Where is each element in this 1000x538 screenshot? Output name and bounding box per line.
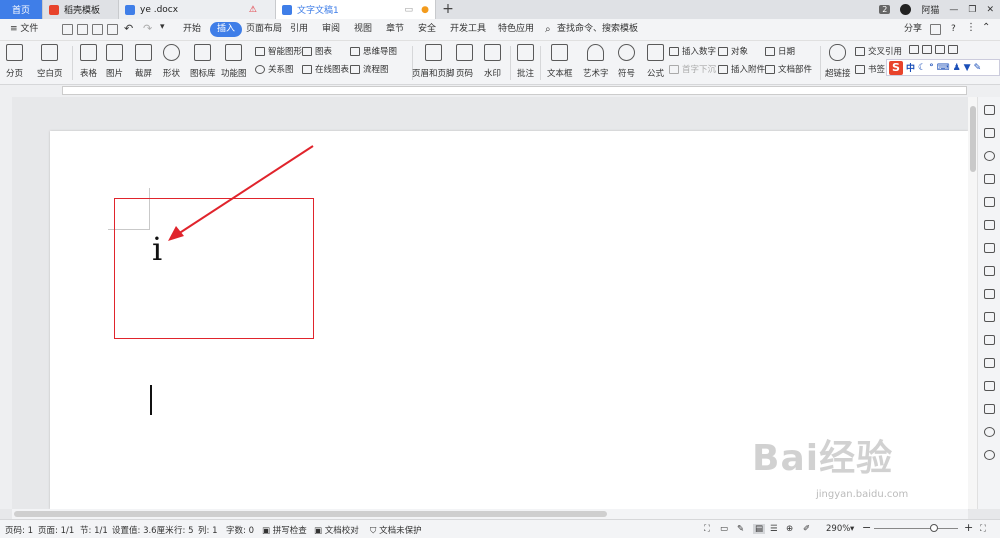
status-word-count[interactable]: 字数: 0 [226, 524, 254, 536]
zoom-dropdown-icon[interactable]: ▾ [850, 524, 854, 534]
web-view-icon[interactable]: ⊕ [786, 524, 793, 534]
status-page-number[interactable]: 页码: 1 [5, 524, 33, 536]
cursor-icon[interactable] [984, 128, 995, 138]
shape-icon[interactable] [984, 151, 995, 161]
spell-check-icon: ▣ [262, 526, 273, 536]
database-icon[interactable] [984, 358, 995, 368]
zoom-in-button[interactable]: + [964, 521, 973, 534]
zoom-out-button[interactable]: − [862, 521, 871, 534]
chart-icon[interactable] [984, 243, 995, 253]
fit-page-icon[interactable]: ⛶ [980, 524, 986, 534]
table-icon[interactable] [984, 197, 995, 207]
help-icon[interactable] [984, 450, 995, 460]
history-icon[interactable] [984, 427, 995, 437]
style-icon[interactable] [984, 174, 995, 184]
image-icon[interactable] [984, 381, 995, 391]
arrow-line [177, 145, 314, 235]
write-mode-icon[interactable]: ✐ [803, 524, 810, 534]
reading-mode-icon[interactable]: ▭ [720, 524, 728, 534]
outline-view-icon[interactable]: ☰ [770, 524, 778, 534]
translate-icon[interactable] [984, 335, 995, 345]
shield-icon: ⛉ [370, 526, 380, 536]
spell-check-button[interactable]: ▣ 拼写检查 [262, 524, 307, 536]
pen-mode-icon[interactable]: ✎ [737, 524, 744, 534]
backup-icon[interactable] [984, 404, 995, 414]
fullscreen-icon[interactable]: ⛶ [704, 524, 710, 534]
arrow-head [168, 226, 184, 241]
pen-icon[interactable] [984, 105, 995, 115]
share-icon[interactable] [984, 312, 995, 322]
status-position[interactable]: 设置值: 3.6厘米 [112, 524, 174, 536]
doc-protection-button[interactable]: ⛉ 文档未保护 [370, 524, 422, 536]
zoom-slider-knob[interactable] [930, 524, 938, 532]
baidu-watermark-url: jingyan.baidu.com [816, 489, 909, 500]
status-section[interactable]: 节: 1/1 [80, 524, 108, 536]
document-icon[interactable] [984, 289, 995, 299]
right-sidebar [977, 97, 1000, 509]
baidu-watermark: Bai经验 [752, 438, 894, 479]
vertical-scroll-thumb[interactable] [970, 106, 976, 172]
proofread-button[interactable]: ▣ 文档校对 [314, 524, 359, 536]
proofread-icon: ▣ [314, 526, 325, 536]
zoom-slider[interactable] [874, 528, 958, 529]
status-bar: 页码: 1 页面: 1/1 节: 1/1 设置值: 3.6厘米 行: 5 列: … [0, 519, 1000, 538]
status-pages[interactable]: 页面: 1/1 [38, 524, 74, 536]
grid-icon[interactable] [984, 220, 995, 230]
horizontal-scroll-thumb[interactable] [14, 511, 607, 517]
page-view-icon[interactable]: ▤ [753, 524, 766, 534]
status-col[interactable]: 列: 1 [198, 524, 217, 536]
zoom-level[interactable]: 290% [826, 524, 850, 534]
settings-icon[interactable] [984, 266, 995, 276]
status-row[interactable]: 行: 5 [174, 524, 193, 536]
